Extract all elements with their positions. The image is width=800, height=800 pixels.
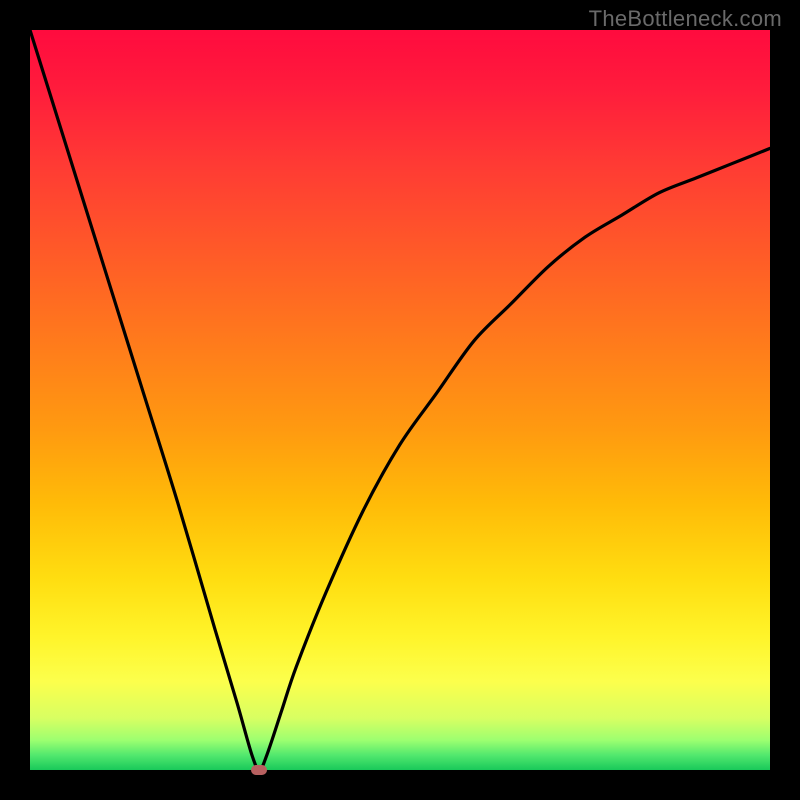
chart-frame: TheBottleneck.com [0,0,800,800]
min-point-marker [251,765,267,775]
watermark-text: TheBottleneck.com [589,6,782,32]
plot-area [30,30,770,770]
bottleneck-curve [30,30,770,770]
